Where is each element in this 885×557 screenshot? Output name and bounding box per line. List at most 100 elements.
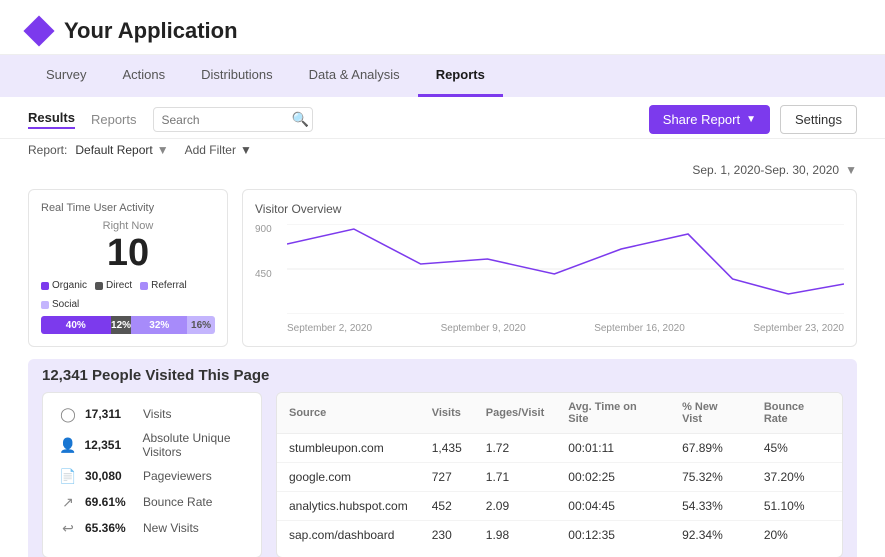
- bottom-section: 12,341 People Visited This Page ◯ 17,311…: [28, 359, 857, 557]
- col-visits: Visits: [420, 393, 474, 434]
- search-input[interactable]: [162, 113, 292, 127]
- tab-results[interactable]: Results: [28, 110, 75, 129]
- cell-bounce: 37.20%: [752, 463, 842, 492]
- realtime-widget: Real Time User Activity Right Now 10 Org…: [28, 189, 228, 347]
- legend-organic-dot: [41, 282, 49, 290]
- col-avg-time: Avg. Time on Site: [556, 393, 670, 434]
- visitor-chart-svg: [287, 224, 844, 314]
- cell-bounce: 45%: [752, 434, 842, 463]
- pageviews-label: Pageviewers: [143, 469, 212, 483]
- table-row: sap.com/dashboard 230 1.98 00:12:35 92.3…: [277, 521, 842, 550]
- search-box[interactable]: 🔍: [153, 107, 313, 132]
- legend-referral-label: Referral: [151, 280, 187, 291]
- add-filter-button[interactable]: Add Filter ▼: [185, 143, 252, 157]
- visits-icon: ◯: [59, 405, 77, 423]
- stat-row-visits: ◯ 17,311 Visits: [59, 405, 245, 423]
- legend-direct: Direct: [95, 280, 132, 291]
- y-label-900: 900: [255, 224, 287, 235]
- visits-label: Visits: [143, 407, 171, 421]
- share-report-label: Share Report: [663, 112, 740, 127]
- search-icon: 🔍: [292, 111, 309, 128]
- cell-time: 00:02:25: [556, 463, 670, 492]
- report-filter-select[interactable]: Default Report ▼: [75, 143, 168, 157]
- app-header: Your Application: [0, 0, 885, 55]
- nav-item-data-analysis[interactable]: Data & Analysis: [291, 55, 418, 97]
- sub-toolbar-right: Share Report ▼ Settings: [649, 105, 857, 134]
- cell-source: stumbleupon.com: [277, 434, 420, 463]
- bar-organic: 40%: [41, 316, 111, 334]
- visitor-widget: Visitor Overview 900 450: [242, 189, 857, 347]
- cell-new: 54.33%: [670, 492, 752, 521]
- realtime-title: Real Time User Activity: [41, 202, 215, 214]
- stat-row-unique: 👤 12,351 Absolute Unique Visitors: [59, 431, 245, 459]
- filter-row: Report: Default Report ▼ Add Filter ▼: [0, 139, 885, 161]
- cell-pages: 2.09: [474, 492, 557, 521]
- table-row: stumbleupon.com 1,435 1.72 00:01:11 67.8…: [277, 434, 842, 463]
- cell-pages: 1.98: [474, 521, 557, 550]
- unique-visitors-icon: 👤: [59, 436, 76, 454]
- date-range-caret-icon: ▼: [845, 163, 857, 177]
- table-header-row: Source Visits Pages/Visit Avg. Time on S…: [277, 393, 842, 434]
- right-now-label: Right Now: [41, 220, 215, 232]
- section-title: 12,341 People Visited This Page: [42, 367, 843, 384]
- table-card: Source Visits Pages/Visit Avg. Time on S…: [276, 392, 843, 557]
- bounce-icon: ↗: [59, 493, 77, 511]
- sub-toolbar-left: Results Reports 🔍: [28, 107, 313, 132]
- share-report-button[interactable]: Share Report ▼: [649, 105, 770, 134]
- legend: Organic Direct Referral Social: [41, 280, 215, 310]
- filter-label: Report:: [28, 143, 67, 157]
- cell-visits: 1,435: [420, 434, 474, 463]
- bounce-label: Bounce Rate: [143, 495, 212, 509]
- col-new-visit: % New Vist: [670, 393, 752, 434]
- chart-container: 900 450: [255, 224, 844, 334]
- stat-row-bounce: ↗ 69.61% Bounce Rate: [59, 493, 245, 511]
- legend-referral-dot: [140, 282, 148, 290]
- legend-organic-label: Organic: [52, 280, 87, 291]
- nav-item-actions[interactable]: Actions: [104, 55, 183, 97]
- cell-pages: 1.72: [474, 434, 557, 463]
- cell-time: 00:04:45: [556, 492, 670, 521]
- date-range-label: Sep. 1, 2020-Sep. 30, 2020: [692, 163, 839, 177]
- col-source: Source: [277, 393, 420, 434]
- traffic-bar: 40% 12% 32% 16%: [41, 316, 215, 334]
- table-row: analytics.hubspot.com 452 2.09 00:04:45 …: [277, 492, 842, 521]
- tab-reports[interactable]: Reports: [91, 112, 137, 127]
- bar-social: 16%: [187, 316, 215, 334]
- stat-row-pageviews: 📄 30,080 Pageviewers: [59, 467, 245, 485]
- stat-row-new-visits: ↩ 65.36% New Visits: [59, 519, 245, 537]
- cell-new: 67.89%: [670, 434, 752, 463]
- report-filter-caret-icon: ▼: [157, 143, 169, 157]
- cell-visits: 452: [420, 492, 474, 521]
- cell-source: google.com: [277, 463, 420, 492]
- bar-direct: 12%: [111, 316, 132, 334]
- x-label-sep16: September 16, 2020: [594, 323, 685, 334]
- realtime-count: 10: [41, 234, 215, 272]
- cell-bounce: 51.10%: [752, 492, 842, 521]
- cell-source: sap.com/dashboard: [277, 521, 420, 550]
- nav-item-survey[interactable]: Survey: [28, 55, 104, 97]
- col-pages-visit: Pages/Visit: [474, 393, 557, 434]
- legend-social-label: Social: [52, 299, 79, 310]
- stats-card: ◯ 17,311 Visits 👤 12,351 Absolute Unique…: [42, 392, 262, 557]
- new-visits-label: New Visits: [143, 521, 199, 535]
- app-title: Your Application: [64, 18, 238, 44]
- pageviews-value: 30,080: [85, 469, 135, 483]
- pageviews-icon: 📄: [59, 467, 77, 485]
- date-row: Sep. 1, 2020-Sep. 30, 2020 ▼: [0, 161, 885, 181]
- new-visits-value: 65.36%: [85, 521, 135, 535]
- nav-item-distributions[interactable]: Distributions: [183, 55, 291, 97]
- bounce-value: 69.61%: [85, 495, 135, 509]
- nav-item-reports[interactable]: Reports: [418, 55, 503, 97]
- default-report-label: Default Report: [75, 143, 152, 157]
- sub-toolbar: Results Reports 🔍 Share Report ▼ Setting…: [0, 97, 885, 139]
- x-label-sep2: September 2, 2020: [287, 323, 372, 334]
- settings-button[interactable]: Settings: [780, 105, 857, 134]
- cell-source: analytics.hubspot.com: [277, 492, 420, 521]
- legend-direct-dot: [95, 282, 103, 290]
- unique-value: 12,351: [84, 438, 134, 452]
- cell-time: 00:12:35: [556, 521, 670, 550]
- share-report-caret-icon: ▼: [746, 114, 756, 125]
- legend-referral: Referral: [140, 280, 187, 291]
- main-content: Real Time User Activity Right Now 10 Org…: [0, 181, 885, 557]
- chart-y-labels: 900 450: [255, 224, 287, 314]
